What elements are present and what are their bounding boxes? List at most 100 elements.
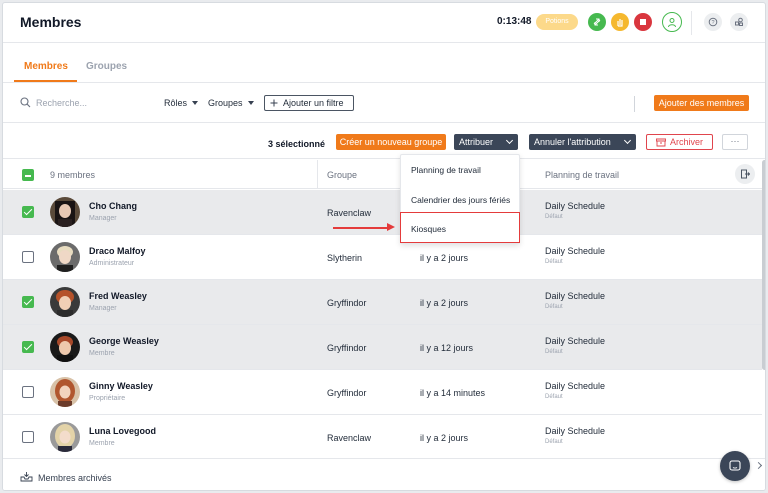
caret-down-icon xyxy=(247,101,254,105)
member-group: Ravenclaw xyxy=(327,433,372,443)
search-icon xyxy=(20,97,31,108)
stacks-icon xyxy=(735,17,743,26)
stop-button[interactable] xyxy=(634,13,652,31)
row-checkbox[interactable] xyxy=(22,386,34,398)
switch-icon xyxy=(593,18,601,26)
member-name[interactable]: Luna Lovegood xyxy=(89,426,156,436)
search-input[interactable] xyxy=(36,94,146,112)
unassign-button[interactable]: Annuler l'attribution xyxy=(529,134,636,150)
tab-groups[interactable]: Groupes xyxy=(86,61,127,72)
schedule-default-label: Défaut xyxy=(545,259,563,265)
schedule-default-label: Défaut xyxy=(545,349,563,355)
avatar xyxy=(50,422,80,452)
member-name[interactable]: Ginny Weasley xyxy=(89,381,153,391)
divider xyxy=(691,11,692,35)
assign-label: Attribuer xyxy=(459,137,494,147)
help-button[interactable]: ? xyxy=(704,13,722,31)
unassign-label: Annuler l'attribution xyxy=(534,137,611,147)
archive-tray-icon xyxy=(20,472,33,482)
member-role: Membre xyxy=(89,350,115,357)
svg-text:?: ? xyxy=(711,20,714,26)
member-group: Ravenclaw xyxy=(327,208,372,218)
row-checkbox[interactable] xyxy=(22,206,34,218)
member-name[interactable]: Cho Chang xyxy=(89,201,137,211)
row-checkbox[interactable] xyxy=(22,296,34,308)
member-schedule: Daily Schedule xyxy=(545,246,606,256)
member-group: Gryffindor xyxy=(327,298,367,308)
column-divider xyxy=(317,160,318,189)
active-tab-indicator xyxy=(14,80,77,82)
apps-button[interactable] xyxy=(730,13,748,31)
user-status-button[interactable] xyxy=(662,12,682,32)
column-settings-button[interactable] xyxy=(735,164,755,184)
last-seen: il y a 12 jours xyxy=(420,343,474,353)
member-name[interactable]: Fred Weasley xyxy=(89,291,147,301)
tabs-bar: Membres Groupes xyxy=(3,44,765,83)
avatar xyxy=(50,332,80,362)
group-column-header[interactable]: Groupe xyxy=(327,170,357,180)
row-checkbox[interactable] xyxy=(22,341,34,353)
filter-bar: Rôles Groupes Ajouter un filtre Ajouter … xyxy=(3,84,765,123)
page-title: Membres xyxy=(20,14,82,30)
add-filter-button[interactable]: Ajouter un filtre xyxy=(264,95,354,111)
schedule-column-header[interactable]: Planning de travail xyxy=(545,170,619,180)
export-icon xyxy=(741,169,750,179)
member-schedule: Daily Schedule xyxy=(545,426,606,436)
member-name[interactable]: George Weasley xyxy=(89,336,159,346)
more-options-button[interactable]: ··· xyxy=(722,134,748,150)
last-seen: il y a 2 jours xyxy=(420,298,469,308)
member-role: Administrateur xyxy=(89,260,135,267)
assign-button[interactable]: Attribuer xyxy=(454,134,518,150)
menu-item-holiday-calendar[interactable]: Calendrier des jours fériés xyxy=(401,186,519,215)
chevron-down-icon xyxy=(623,136,632,145)
last-seen: il y a 14 minutes xyxy=(420,388,486,398)
member-group: Slytherin xyxy=(327,253,363,263)
member-role: Manager xyxy=(89,215,117,222)
member-count-header: 9 membres xyxy=(50,170,96,180)
add-members-button[interactable]: Ajouter des membres xyxy=(654,95,749,111)
roles-filter[interactable]: Rôles xyxy=(164,98,199,108)
member-role: Propriétaire xyxy=(89,395,126,402)
table-row[interactable]: Draco Malfoy Administrateur Slytherin il… xyxy=(3,235,762,280)
table-row[interactable]: Luna Lovegood Membre Ravenclaw il y a 2 … xyxy=(3,415,762,460)
archived-members-link[interactable]: Membres archivés xyxy=(38,473,112,483)
project-pill[interactable]: Potions xyxy=(536,14,578,30)
avatar xyxy=(50,242,80,272)
groups-filter-label: Groupes xyxy=(208,98,243,108)
member-schedule: Daily Schedule xyxy=(545,291,606,301)
top-bar: Membres 0:13:48 Potions ? xyxy=(3,3,765,43)
member-schedule: Daily Schedule xyxy=(545,336,606,346)
last-seen: il y a 2 jours xyxy=(420,253,469,263)
chevron-down-icon xyxy=(505,136,514,145)
break-button[interactable] xyxy=(611,13,629,31)
app-window: Membres 0:13:48 Potions ? Membres Groupe… xyxy=(2,2,766,491)
archive-button[interactable]: Archiver xyxy=(646,134,713,150)
schedule-default-label: Défaut xyxy=(545,394,563,400)
tab-members[interactable]: Membres xyxy=(24,61,68,72)
table-row[interactable]: Ginny Weasley Propriétaire Gryffindor il… xyxy=(3,370,762,415)
switch-task-button[interactable] xyxy=(588,13,606,31)
row-checkbox[interactable] xyxy=(22,431,34,443)
table-scrollbar[interactable] xyxy=(762,160,765,370)
highlight-annotation xyxy=(400,212,520,243)
archive-icon xyxy=(656,138,666,146)
roles-filter-label: Rôles xyxy=(164,98,188,108)
arrow-head-icon xyxy=(387,223,395,231)
schedule-default-label: Défaut xyxy=(545,214,563,220)
groups-filter[interactable]: Groupes xyxy=(208,98,254,108)
footer-bar: Membres archivés xyxy=(3,458,765,490)
menu-item-work-schedule[interactable]: Planning de travail xyxy=(401,156,519,185)
stop-icon xyxy=(640,19,646,25)
hand-icon xyxy=(617,19,623,27)
member-name[interactable]: Draco Malfoy xyxy=(89,246,146,256)
create-group-button[interactable]: Créer un nouveau groupe xyxy=(336,134,446,150)
chat-button[interactable] xyxy=(720,451,750,481)
add-filter-label: Ajouter un filtre xyxy=(283,98,344,108)
table-row[interactable]: Fred Weasley Manager Gryffindor il y a 2… xyxy=(3,280,762,325)
member-role: Membre xyxy=(89,440,115,447)
row-checkbox[interactable] xyxy=(22,251,34,263)
avatar xyxy=(50,377,80,407)
select-all-checkbox[interactable] xyxy=(22,169,34,181)
table-row[interactable]: George Weasley Membre Gryffindor il y a … xyxy=(3,325,762,370)
schedule-default-label: Défaut xyxy=(545,439,563,445)
